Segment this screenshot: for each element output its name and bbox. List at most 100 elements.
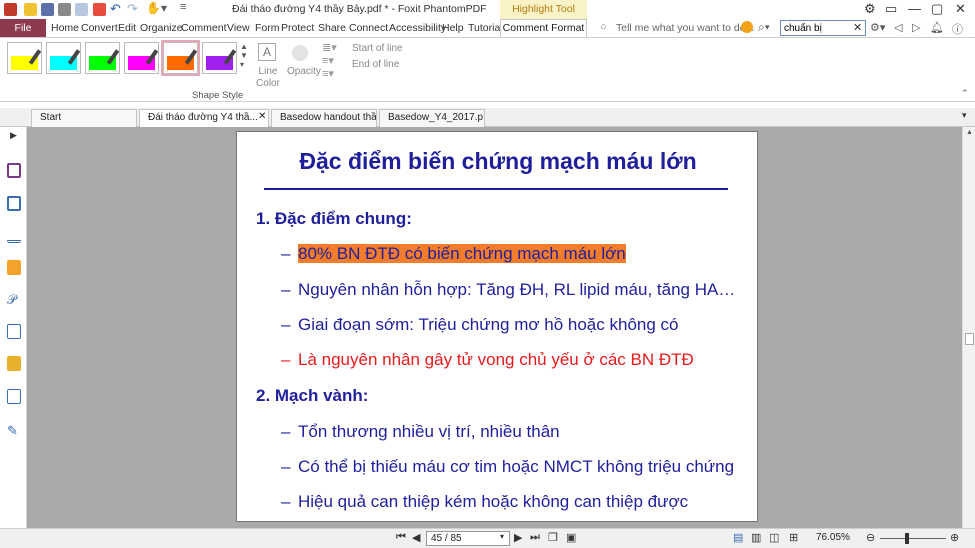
tab-basedow-handout[interactable]: Basedow handout thầ... [271,109,377,127]
new-icon[interactable] [93,3,106,16]
close-tab-icon[interactable]: ✕ [258,111,266,122]
menu-protect[interactable]: Protect [281,22,314,34]
restore-icon[interactable]: ▭ [885,1,897,17]
zoom-slider-thumb[interactable] [905,533,909,544]
section-heading: 2. Mạch vành: [256,386,369,405]
signature-icon[interactable] [7,324,21,339]
pdf-page: Đặc điểm biến chứng mạch máu lớn 1. Đặc … [236,131,758,522]
layers-icon[interactable] [7,228,21,243]
pages-icon[interactable] [7,196,21,211]
bullet-dash: – [281,350,291,369]
continuous-icon[interactable]: ▥ [751,531,761,544]
undo-icon[interactable]: ↶ [110,1,121,17]
help-icon[interactable]: ⓘ [952,21,963,37]
bullet-dash: – [281,280,291,299]
menu-form[interactable]: Form [255,22,280,34]
single-page-icon[interactable]: ▤ [733,531,743,544]
menu-convert[interactable]: Convert [81,22,118,34]
tab-list-icon[interactable]: ▾ [962,110,967,121]
continuous-facing-icon[interactable]: ⊞ [789,531,798,544]
settings-icon[interactable]: ⚙ [864,1,876,17]
find-prev-icon[interactable]: ◁ [894,21,902,34]
opacity-icon[interactable] [292,45,308,61]
scroll-thumb[interactable] [965,333,974,345]
ribbon-group-label: Shape Style [192,90,244,101]
bullet-text: Là nguyên nhân gây tử vong chủ yếu ở các… [298,350,694,369]
close-button[interactable]: ✕ [955,1,966,17]
page-number-input[interactable]: 45 / 85 [426,531,510,546]
form-icon[interactable] [7,389,21,404]
tab-basedow-y4[interactable]: Basedow_Y4_2017.p... [379,109,485,127]
tab-start[interactable]: Start [31,109,137,127]
status-bar: ⏮ ◀ 45 / 85 ▾ ▶ ⏭ ❐ ▣ ▤ ▥ ◫ ⊞ 76.05% ⊖ ⊕ [0,528,975,548]
bullet-dash: – [281,457,291,476]
menu-edit[interactable]: Edit [118,22,136,34]
line-color-label[interactable]: Line Color [254,66,282,90]
find-next-icon[interactable]: ▷ [912,21,920,34]
lightbulb-icon: ○ [600,21,607,33]
clear-search-icon[interactable]: ✕ [853,21,862,34]
style-swatch-cyan[interactable] [46,42,81,74]
menu-organize[interactable]: Organize [140,22,183,34]
bookmark-icon[interactable] [7,163,21,178]
style-swatch-magenta[interactable] [124,42,159,74]
copy-view-icon[interactable]: ❐ [548,531,558,544]
style-swatch-purple[interactable] [202,42,237,74]
expand-panel-icon[interactable]: ▶ [10,130,17,141]
scroll-up-icon[interactable]: ▲ [966,129,973,136]
menu-comment[interactable]: Comment [181,22,227,34]
vertical-scrollbar[interactable]: ▲ [962,127,975,528]
zoom-level[interactable]: 76.05% [816,532,850,543]
line-color-icon[interactable]: A [258,43,276,61]
zoom-out-icon[interactable]: ⊖ [866,531,875,544]
style-swatch-yellow[interactable] [7,42,42,74]
minimize-button[interactable]: — [908,1,921,16]
facing-icon[interactable]: ◫ [769,531,779,544]
start-of-line-dropdown[interactable]: Start of line [352,43,403,54]
comments-icon[interactable] [7,260,21,275]
menu-comment-format[interactable]: Comment Format [500,19,587,37]
open-icon[interactable] [24,3,37,16]
redo-icon[interactable]: ↷ [127,1,138,17]
print-icon[interactable] [58,3,71,16]
hand-tool-icon[interactable]: ✋▾ [146,1,167,15]
ribbon-collapse-icon[interactable]: ⌃ [961,88,969,99]
opacity-label[interactable]: Opacity [287,66,321,77]
menu-bar: File Home Convert Edit Organize Comment … [0,19,975,37]
last-page-icon[interactable]: ⏭ [530,531,540,544]
menu-accessibility[interactable]: Accessibility [389,22,446,34]
security-icon[interactable] [7,356,21,371]
attachments-icon[interactable]: 𝒫 [7,292,21,307]
end-of-line-dropdown[interactable]: End of line [352,59,399,70]
tab-dai-thao-duong[interactable]: Đái tháo đường Y4 thầ... [139,109,269,128]
line-width-icon[interactable]: ≣▾ ≡▾ ≡▾ [322,42,337,81]
file-menu[interactable]: File [0,19,46,37]
menu-view[interactable]: View [227,22,250,34]
style-swatch-orange[interactable] [161,40,200,76]
first-page-icon[interactable]: ⏮ [396,531,406,544]
zoom-in-icon[interactable]: ⊕ [950,531,959,544]
menu-connect[interactable]: Connect [349,22,388,34]
fit-page-icon[interactable]: ▣ [566,531,576,544]
maximize-button[interactable]: ▢ [931,1,943,17]
menu-share[interactable]: Share [318,22,346,34]
find-options-icon[interactable]: ⚙▾ [870,21,885,34]
page-dropdown-icon[interactable]: ▾ [500,532,504,541]
save-icon[interactable] [41,3,54,16]
next-page-icon[interactable]: ▶ [514,531,522,544]
certify-icon[interactable]: ✎ [7,423,21,438]
notification-icon[interactable]: 🔔︎ [930,21,944,34]
feedback-icon[interactable] [741,21,753,33]
search-icon[interactable]: ⌕▾ [758,20,770,35]
customize-icon[interactable]: ≡ [180,1,186,13]
menu-help[interactable]: Help [442,22,464,34]
highlight-annotation[interactable]: 80% BN ĐTĐ có biến chứng mạch máu lớn [298,244,626,263]
prev-page-icon[interactable]: ◀ [412,531,420,544]
style-swatch-green[interactable] [85,42,120,74]
email-icon[interactable] [75,3,88,16]
tell-me-input[interactable]: Tell me what you want to do... [616,22,754,34]
zoom-slider-track[interactable] [880,538,946,539]
menu-home[interactable]: Home [51,22,79,34]
swatch-scroll-icon[interactable]: ▲ ▼ ▾ [240,42,248,69]
menu-tutorial[interactable]: Tutorial [468,22,503,34]
